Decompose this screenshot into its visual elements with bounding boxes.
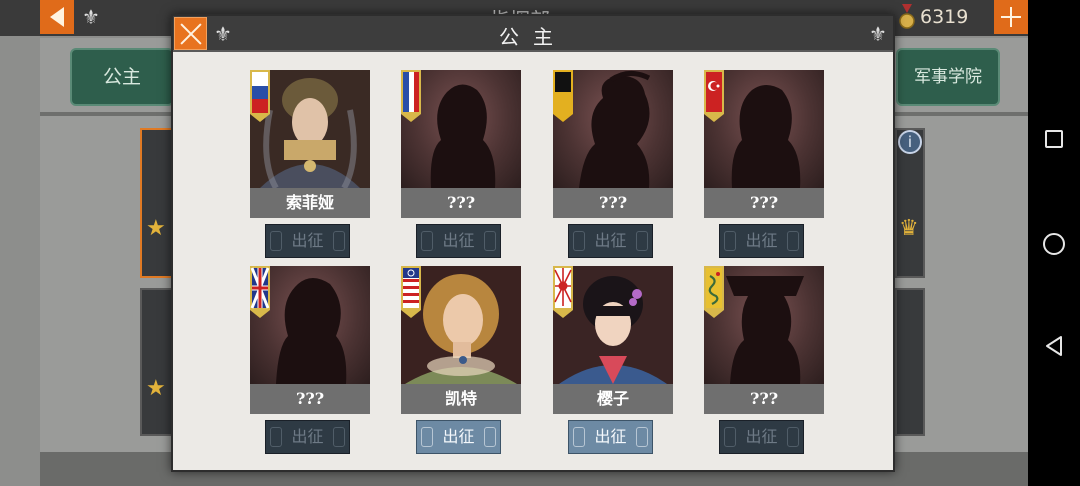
princess-name: ??? [401,188,521,218]
japan-flag-icon [553,266,573,318]
uk-flag-icon [250,266,270,318]
turkey-flag-icon [704,70,724,122]
back-button[interactable] [40,0,74,34]
fleur-icon: ⚜ [82,5,100,29]
gold-amount: 6319 [920,6,969,28]
princess-name: ??? [553,188,673,218]
dialog-title: 公主 [499,25,567,49]
portrait [250,266,370,384]
deploy-button[interactable]: 出征 [416,420,501,454]
deploy-button[interactable]: 出征 [568,224,653,258]
recent-apps-icon[interactable] [1045,130,1063,148]
princess-name: ??? [704,384,824,414]
tab-princess[interactable]: 公主 [70,48,174,106]
princess-name: 索菲娅 [250,188,370,218]
close-button[interactable] [174,17,207,50]
back-triangle-icon[interactable] [1044,335,1064,357]
add-gold-button[interactable] [994,0,1028,34]
usa-flag-icon [401,266,421,318]
deploy-button[interactable]: 出征 [568,420,653,454]
fleur-icon: ⚜ [869,22,887,46]
tab-military-academy[interactable]: 军事学院 [896,48,1000,106]
portrait [704,70,824,188]
princess-name: ??? [704,188,824,218]
portrait [401,266,521,384]
portrait [553,70,673,188]
princess-name: 凯特 [401,384,521,414]
princess-name: 樱子 [553,384,673,414]
princess-dialog: ⚜ 公主 ⚜ 索菲娅 出征 ??? 出征 ??? 出征 ??? 出征 ??? 出… [171,14,895,472]
crown-icon: ♛ [899,216,919,241]
deploy-button[interactable]: 出征 [719,420,804,454]
deploy-button[interactable]: 出征 [416,224,501,258]
fleur-icon: ⚜ [214,22,232,46]
portrait [250,70,370,188]
deploy-button[interactable]: 出征 [265,420,350,454]
deploy-button[interactable]: 出征 [265,224,350,258]
russia-flag-icon [250,70,270,122]
deploy-button[interactable]: 出征 [719,224,804,258]
dialog-header: ⚜ 公主 ⚜ [173,16,893,52]
home-icon[interactable] [1043,233,1065,255]
france-flag-icon [401,70,421,122]
portrait [704,266,824,384]
germany-flag-icon [553,70,573,122]
background-card [895,288,925,436]
portrait [553,266,673,384]
star-icon: ★ [146,376,166,401]
star-icon: ★ [146,216,166,241]
medal-icon [899,4,915,29]
qing-flag-icon [704,266,724,318]
portrait [401,70,521,188]
system-nav-bar [1028,0,1080,486]
info-icon[interactable]: i [898,130,922,154]
princess-name: ??? [250,384,370,414]
